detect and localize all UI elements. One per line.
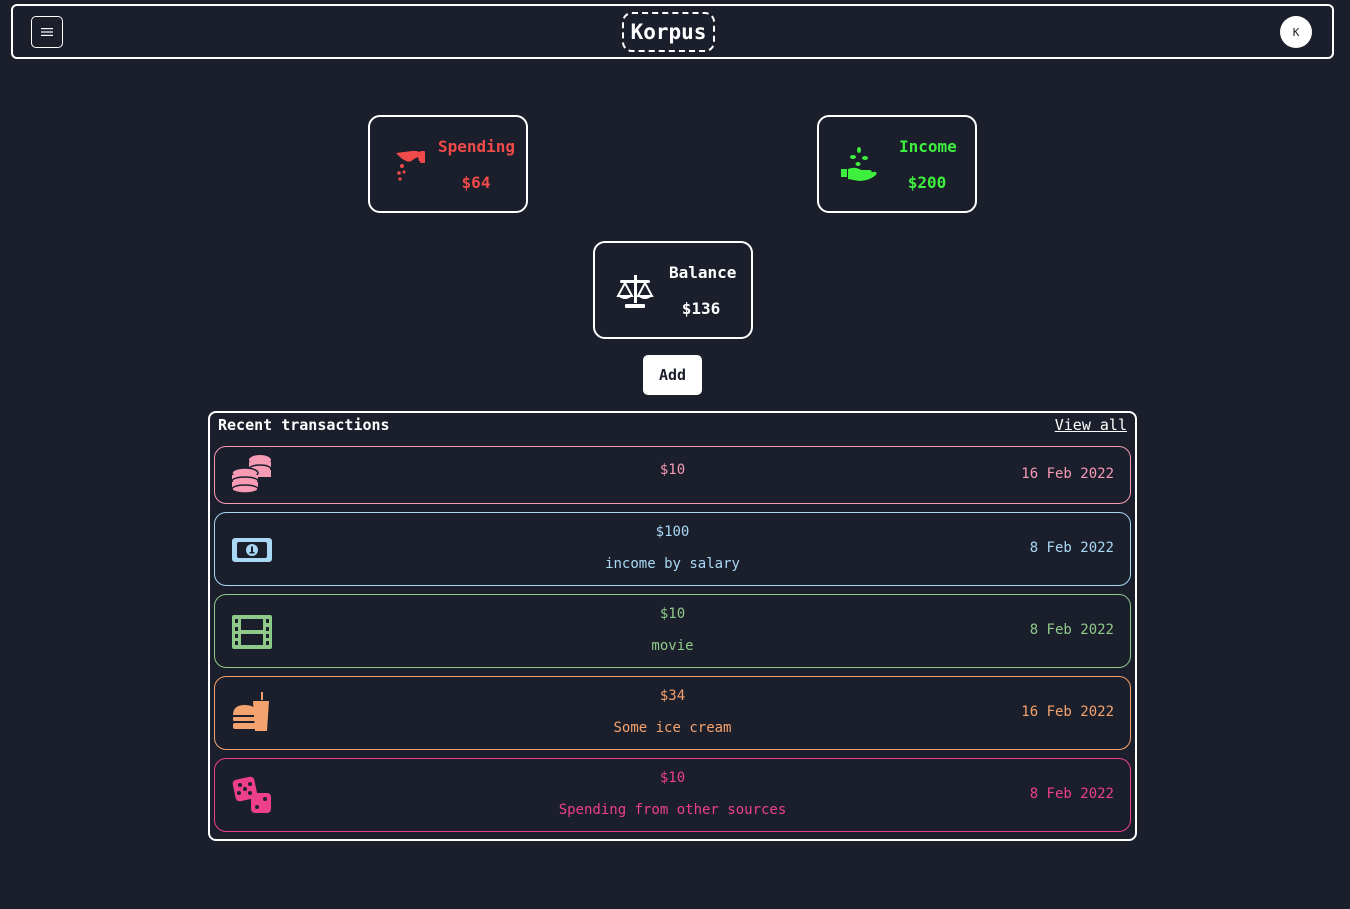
balance-scale-icon (616, 275, 654, 308)
hamburger-icon (41, 28, 53, 36)
view-all-link[interactable]: View all (1055, 416, 1127, 434)
recent-transactions-title: Recent transactions (218, 416, 390, 434)
transaction-date: 8 Feb 2022 (1029, 622, 1114, 638)
transaction-date: 16 Feb 2022 (1021, 704, 1114, 720)
transaction-amount: $100 (655, 524, 690, 540)
transaction-description: Some ice cream (613, 720, 732, 736)
income-label: Income (899, 137, 957, 156)
transaction-row[interactable]: $100 income by salary 8 Feb 2022 (214, 512, 1131, 586)
add-button[interactable]: Add (643, 355, 702, 395)
menu-button[interactable] (31, 16, 63, 48)
top-navbar: Korpus K (11, 4, 1334, 59)
transaction-row[interactable]: $10 16 Feb 2022 (214, 446, 1131, 504)
transaction-description: Spending from other sources (558, 802, 787, 818)
income-card: Income $200 (817, 115, 977, 213)
spending-label: Spending (438, 137, 516, 156)
transaction-description: income by salary (605, 556, 740, 572)
transaction-row[interactable]: $10 Spending from other sources 8 Feb 20… (214, 758, 1131, 832)
transaction-row[interactable]: $34 Some ice cream 16 Feb 2022 (214, 676, 1131, 750)
hand-receiving-seeds-icon (841, 147, 877, 181)
balance-label: Balance (669, 263, 737, 282)
transaction-date: 8 Feb 2022 (1029, 786, 1114, 802)
transaction-amount: $10 (659, 770, 686, 786)
transaction-amount: $34 (659, 688, 686, 704)
transaction-date: 8 Feb 2022 (1029, 540, 1114, 556)
balance-value: $136 (681, 299, 721, 318)
recent-transactions-panel: Recent transactions View all $10 16 Feb … (208, 411, 1137, 841)
transaction-amount: $10 (659, 606, 686, 622)
spending-card: Spending $64 (368, 115, 528, 213)
income-value: $200 (907, 173, 947, 192)
avatar[interactable]: K (1280, 16, 1312, 48)
brand-logo[interactable]: Korpus (622, 12, 715, 52)
transaction-description: movie (651, 638, 694, 654)
transaction-row[interactable]: $10 movie 8 Feb 2022 (214, 594, 1131, 668)
balance-card: Balance $136 (593, 241, 753, 339)
transaction-amount: $10 (659, 462, 686, 478)
transaction-date: 16 Feb 2022 (1021, 466, 1114, 482)
spending-value: $64 (461, 173, 491, 192)
hand-dropping-coins-icon (396, 150, 425, 181)
